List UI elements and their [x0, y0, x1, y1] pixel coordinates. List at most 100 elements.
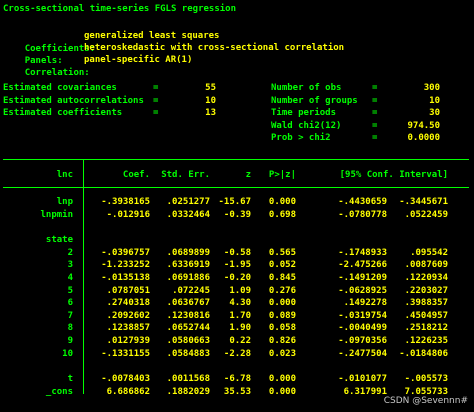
column-header: z — [245, 170, 251, 180]
cell-value: -2.475266 — [338, 260, 387, 271]
cell-value: .6336919 — [166, 260, 210, 271]
cell-value: 1.70 — [229, 310, 251, 321]
cell-value: -.1331155 — [101, 348, 150, 359]
table-vertical-rule — [83, 159, 84, 394]
stat-eq: = — [372, 108, 378, 119]
cell-value: 0.000 — [268, 298, 296, 309]
row-label: lnpmin — [40, 209, 73, 220]
cell-value: -.1748933 — [338, 247, 387, 258]
cell-value: -.0396757 — [101, 247, 150, 258]
cell-value: -.2477504 — [338, 348, 387, 359]
cell-value: -.0319754 — [338, 310, 387, 321]
cell-value: .0652744 — [166, 323, 210, 334]
cell-value: 0.698 — [268, 209, 296, 220]
cell-value: 1.90 — [229, 323, 251, 334]
cell-value: .0127939 — [106, 336, 150, 346]
cell-value: .0636767 — [166, 298, 210, 309]
cell-value: .2518212 — [404, 323, 448, 334]
cell-value: .3988357 — [404, 298, 448, 309]
cell-value: .2092602 — [106, 310, 150, 321]
stat-value: 13 — [205, 108, 216, 119]
cell-value: 0.000 — [268, 374, 296, 385]
stat-eq: = — [372, 83, 378, 93]
cell-value: -0.20 — [223, 273, 251, 283]
cell-value: -0.39 — [223, 209, 251, 220]
stat-value: 55 — [205, 83, 216, 93]
cell-value: 0.276 — [268, 285, 296, 296]
cell-value: .2203027 — [404, 285, 448, 296]
stat-label: Estimated autocorrelations — [3, 95, 144, 106]
stat-eq: = — [153, 108, 159, 119]
info-value: generalized least squares — [84, 31, 220, 41]
row-label: 7 — [67, 310, 73, 321]
cell-value: .4504957 — [404, 310, 448, 321]
cell-value: -.3445671 — [399, 197, 448, 207]
stat-eq: = — [372, 120, 378, 131]
cell-value: 6.317991 — [343, 386, 387, 397]
row-label: 9 — [67, 336, 73, 346]
depvar-label: lnc — [56, 170, 73, 180]
row-label: 6 — [67, 298, 73, 309]
stat-label: Wald chi2(12) — [271, 120, 342, 131]
cell-value: .2740318 — [106, 298, 150, 309]
cell-value: -.0970356 — [338, 336, 387, 346]
stat-label: Time periods — [271, 108, 337, 119]
cell-value: -.3938165 — [101, 197, 150, 207]
cell-value: .0087609 — [404, 260, 448, 271]
cell-value: -.0040499 — [338, 323, 387, 334]
group-label: state — [45, 235, 73, 246]
cell-value: -.0184806 — [399, 348, 448, 359]
row-label: 5 — [67, 285, 73, 296]
cell-value: .1882029 — [166, 386, 210, 397]
cell-value: -.005573 — [404, 374, 448, 385]
column-header: [95% Conf. Interval] — [339, 170, 448, 180]
stat-value: 10 — [205, 95, 216, 106]
column-header: P>|z| — [268, 170, 296, 180]
cell-value: -.0078403 — [101, 374, 150, 385]
cell-value: -.1491209 — [338, 273, 387, 283]
cell-value: -.012916 — [106, 209, 150, 220]
cell-value: 0.22 — [229, 336, 251, 346]
cell-value: 0.058 — [268, 323, 296, 334]
cell-value: -.0628925 — [338, 285, 387, 296]
cell-value: .0251277 — [166, 197, 210, 207]
stat-eq: = — [153, 83, 159, 93]
stat-value: 10 — [429, 95, 440, 106]
cell-value: .1230816 — [166, 310, 210, 321]
row-label: 10 — [62, 348, 73, 359]
info-value: panel-specific AR(1) — [84, 55, 193, 65]
stat-eq: = — [153, 95, 159, 106]
regression-title: Cross-sectional time-series FGLS regress… — [3, 4, 236, 14]
cell-value: .1226235 — [404, 336, 448, 346]
column-header: Coef. — [122, 170, 150, 180]
cell-value: .072245 — [172, 285, 210, 296]
column-header: Std. Err. — [161, 170, 210, 180]
stat-label: Estimated coefficients — [3, 108, 123, 119]
cell-value: 0.845 — [268, 273, 296, 283]
row-label: _cons — [45, 386, 73, 397]
cell-value: -15.67 — [218, 197, 251, 207]
cell-value: 0.023 — [268, 348, 296, 359]
cell-value: -2.28 — [223, 348, 251, 359]
row-label: t — [67, 374, 73, 385]
cell-value: 1.09 — [229, 285, 251, 296]
cell-value: -6.78 — [223, 374, 251, 385]
row-label: 4 — [67, 273, 73, 283]
cell-value: -.0101077 — [338, 374, 387, 385]
stat-value: 30 — [429, 108, 440, 119]
stata-results-window: Cross-sectional time-series FGLS regress… — [0, 0, 474, 412]
stat-label: Number of obs — [271, 83, 342, 93]
cell-value: 4.30 — [229, 298, 251, 309]
cell-value: 0.565 — [268, 247, 296, 258]
stat-value: 0.0000 — [407, 133, 440, 144]
cell-value: .0787051 — [106, 285, 150, 296]
cell-value: 0.000 — [268, 386, 296, 397]
info-value: heteroskedastic with cross-sectional cor… — [84, 43, 345, 53]
table-top-rule — [3, 159, 469, 160]
cell-value: -1.233252 — [101, 260, 150, 271]
stat-label: Prob > chi2 — [271, 133, 331, 144]
cell-value: 0.089 — [268, 310, 296, 321]
watermark: CSDN @Sevennn# — [383, 396, 468, 407]
cell-value: -.4430659 — [338, 197, 387, 207]
row-label: 8 — [67, 323, 73, 334]
